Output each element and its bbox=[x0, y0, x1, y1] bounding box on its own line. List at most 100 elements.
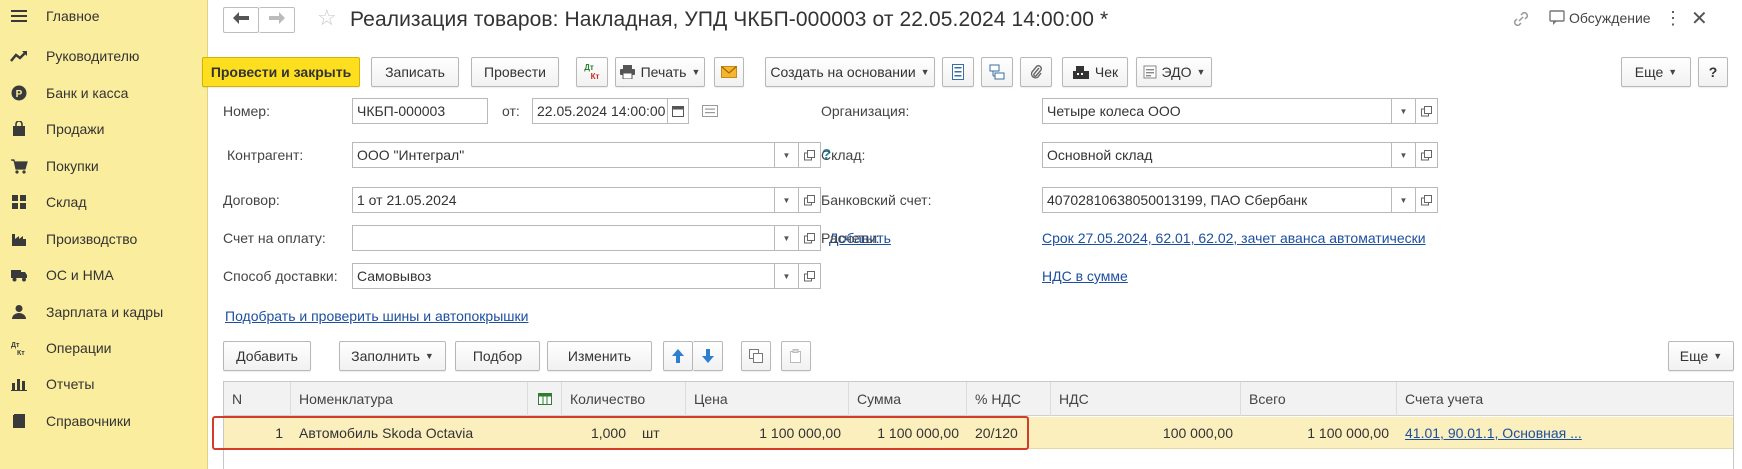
post-button[interactable]: Провести bbox=[471, 57, 559, 87]
organization-field[interactable]: Четыре колеса ООО bbox=[1042, 98, 1392, 124]
counterparty-field[interactable]: ООО "Интеграл" bbox=[352, 142, 775, 168]
sidebar-item-salary[interactable]: Зарплата и кадры bbox=[0, 292, 207, 332]
warehouse-open-button[interactable] bbox=[1416, 142, 1438, 168]
column-header-vat[interactable]: НДС bbox=[1051, 382, 1241, 416]
fill-label: Заполнить bbox=[351, 348, 420, 364]
sidebar-item-assets[interactable]: ОС и НМА bbox=[0, 255, 207, 295]
sidebar-item-reports[interactable]: Отчеты bbox=[0, 364, 207, 404]
move-down-button[interactable] bbox=[693, 341, 723, 371]
tires-selection-link[interactable]: Подобрать и проверить шины и автопокрышк… bbox=[225, 308, 528, 324]
fill-button[interactable]: Заполнить ▼ bbox=[339, 341, 446, 371]
structure-button[interactable] bbox=[981, 57, 1013, 87]
table-row[interactable]: 1 Автомобиль Skoda Octavia 1,000 шт 1 10… bbox=[224, 417, 1733, 449]
calendar-button[interactable] bbox=[668, 98, 689, 124]
selection-button[interactable]: Подбор bbox=[455, 341, 540, 371]
envelope-icon bbox=[721, 66, 737, 78]
email-button[interactable] bbox=[714, 57, 744, 87]
forward-button[interactable] bbox=[259, 7, 295, 33]
open-form-icon bbox=[804, 270, 815, 282]
chevron-down-icon: ▼ bbox=[1713, 351, 1723, 361]
discussion-icon[interactable] bbox=[1549, 10, 1567, 29]
vat-in-sum-link[interactable]: НДС в сумме bbox=[1042, 268, 1128, 284]
column-header-sum[interactable]: Сумма bbox=[849, 382, 967, 416]
change-button[interactable]: Изменить bbox=[547, 341, 652, 371]
delivery-open-button[interactable] bbox=[799, 263, 821, 289]
bank-account-field[interactable]: 40702810638050013199, ПАО Сбербанк bbox=[1042, 187, 1392, 213]
organization-open-button[interactable] bbox=[1416, 98, 1438, 124]
receipt-check-button[interactable]: Чек bbox=[1062, 57, 1128, 87]
delivery-field[interactable]: Самовывоз bbox=[352, 263, 775, 289]
history-icon[interactable] bbox=[702, 104, 718, 120]
dt-label: Дт bbox=[584, 63, 594, 72]
invoice-dropdown[interactable]: ▼ bbox=[775, 225, 799, 251]
invoice-field[interactable] bbox=[352, 225, 775, 251]
copy-row-button[interactable] bbox=[741, 341, 771, 371]
goods-table: N Номенклатура Количество Цена Сумма % Н… bbox=[223, 381, 1734, 469]
bank-account-dropdown[interactable]: ▼ bbox=[1392, 187, 1416, 213]
sidebar-item-sales[interactable]: Продажи bbox=[0, 109, 207, 149]
warehouse-field[interactable]: Основной склад bbox=[1042, 142, 1392, 168]
cell-accounts-link[interactable]: 41.01, 90.01.1, Основная ... bbox=[1397, 417, 1735, 449]
cell-nomenclature: Автомобиль Skoda Octavia bbox=[299, 425, 474, 441]
help-button[interactable]: ? bbox=[1698, 57, 1728, 87]
delivery-dropdown[interactable]: ▼ bbox=[775, 263, 799, 289]
column-header-vat-rate[interactable]: % НДС bbox=[967, 382, 1051, 416]
sidebar-item-manager[interactable]: Руководителю bbox=[0, 36, 207, 76]
discussion-button[interactable]: Обсуждение bbox=[1569, 10, 1651, 26]
sidebar-item-warehouse[interactable]: Склад bbox=[0, 182, 207, 222]
save-button[interactable]: Записать bbox=[371, 57, 459, 87]
dt-kt-button[interactable]: Дт Кт bbox=[576, 57, 608, 87]
sidebar-item-label: Покупки bbox=[46, 158, 99, 174]
contract-field[interactable]: 1 от 21.05.2024 bbox=[352, 187, 775, 213]
sidebar-item-operations[interactable]: Дт Кт Операции bbox=[0, 328, 207, 368]
back-button[interactable] bbox=[223, 7, 259, 33]
table-more-button[interactable]: Еще ▼ bbox=[1668, 341, 1734, 371]
warehouse-dropdown[interactable]: ▼ bbox=[1392, 142, 1416, 168]
invoice-open-button[interactable] bbox=[799, 225, 821, 251]
contract-open-button[interactable] bbox=[799, 187, 821, 213]
column-header-total[interactable]: Всего bbox=[1241, 382, 1397, 416]
create-based-on-button[interactable]: Создать на основании ▼ bbox=[765, 57, 935, 87]
paste-row-button[interactable] bbox=[781, 341, 811, 371]
column-header-n[interactable]: N bbox=[224, 382, 291, 416]
date-field[interactable]: 22.05.2024 14:00:00 bbox=[532, 98, 668, 124]
bank-account-open-button[interactable] bbox=[1416, 187, 1438, 213]
chevron-down-icon: ▼ bbox=[782, 271, 791, 281]
link-icon[interactable] bbox=[1512, 10, 1530, 31]
contract-dropdown[interactable]: ▼ bbox=[775, 187, 799, 213]
sidebar-item-directories[interactable]: Справочники bbox=[0, 401, 207, 441]
more-button[interactable]: Еще ▼ bbox=[1621, 57, 1691, 87]
organization-dropdown[interactable]: ▼ bbox=[1392, 98, 1416, 124]
coin-icon: P bbox=[9, 83, 29, 103]
table-header: N Номенклатура Количество Цена Сумма % Н… bbox=[224, 382, 1733, 416]
edo-button[interactable]: ЭДО ▼ bbox=[1136, 57, 1212, 87]
sidebar-item-bank[interactable]: P Банк и касса bbox=[0, 73, 207, 113]
sidebar-item-main[interactable]: Главное bbox=[0, 0, 207, 36]
column-header-price[interactable]: Цена bbox=[686, 382, 849, 416]
close-icon[interactable]: ✕ bbox=[1691, 6, 1708, 31]
edo-label: ЭДО bbox=[1161, 64, 1192, 80]
sidebar-item-production[interactable]: Производство bbox=[0, 219, 207, 259]
print-button[interactable]: Печать ▼ bbox=[615, 57, 705, 87]
settlements-link[interactable]: Срок 27.05.2024, 62.01, 62.02, зачет ава… bbox=[1042, 230, 1426, 246]
column-header-extra[interactable] bbox=[528, 382, 562, 416]
number-field[interactable]: ЧКБП-000003 bbox=[352, 98, 488, 124]
column-header-quantity[interactable]: Количество bbox=[562, 382, 686, 416]
post-and-close-button[interactable]: Провести и закрыть bbox=[202, 57, 360, 87]
sidebar-item-purchases[interactable]: Покупки bbox=[0, 146, 207, 186]
chevron-down-icon: ▼ bbox=[1399, 150, 1408, 160]
column-header-nomenclature[interactable]: Номенклатура bbox=[291, 382, 528, 416]
open-form-icon bbox=[1421, 194, 1432, 206]
bag-icon bbox=[9, 119, 29, 139]
counterparty-open-button[interactable] bbox=[799, 142, 821, 168]
favorite-star-icon[interactable]: ☆ bbox=[317, 5, 337, 31]
more-vertical-icon[interactable]: ⋮ bbox=[1664, 8, 1682, 29]
document-list-button[interactable] bbox=[942, 57, 974, 87]
attach-button[interactable] bbox=[1020, 57, 1052, 87]
counterparty-dropdown[interactable]: ▼ bbox=[775, 142, 799, 168]
add-row-button[interactable]: Добавить bbox=[223, 341, 311, 371]
column-header-accounts[interactable]: Счета учета bbox=[1397, 382, 1735, 416]
sidebar-item-label: Склад bbox=[46, 194, 87, 210]
move-up-button[interactable] bbox=[663, 341, 693, 371]
chevron-down-icon: ▼ bbox=[1668, 67, 1678, 77]
